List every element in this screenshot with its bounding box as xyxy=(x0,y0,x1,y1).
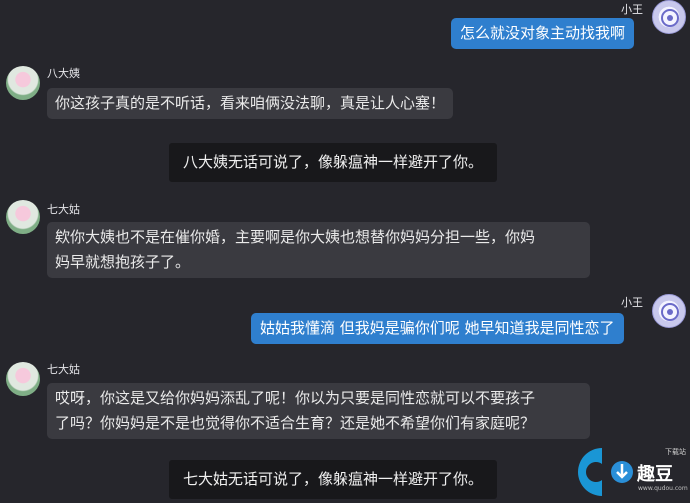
camera-icon xyxy=(661,303,679,321)
sender-name-self: 小王 xyxy=(621,296,643,309)
user-avatar[interactable] xyxy=(652,294,686,328)
bubble-line: 欸你大姨也不是在催你婚，主要啊是你大姨也想替你妈妈分担一些，你妈 xyxy=(55,228,536,246)
chat-bubble-aunt-qi[interactable]: 哎呀，你这是又给你妈妈添乱了呢！你以为只要是同性恋就可以不要孩子 了吗？你妈妈是… xyxy=(47,383,590,439)
bubble-line: 了吗？你妈妈是不是也觉得你不适合生育？还是她不希望你们有家庭呢？ xyxy=(55,414,536,432)
qudou-watermark-logo: 趣豆 下载站 www.qudou.com xyxy=(570,440,690,503)
system-notice: 七大姑无话可说了，像躲瘟神一样避开了你。 xyxy=(169,460,498,499)
chat-bubble-self[interactable]: 怎么就没对象主动找我啊 xyxy=(451,18,635,49)
watermark-sub: 下载站 xyxy=(665,448,686,456)
chat-bubble-self[interactable]: 姑姑我懂滴 但我妈是骗你们呢 她早知道我是同性恋了 xyxy=(251,313,624,344)
user-avatar[interactable] xyxy=(652,0,686,34)
aunt-qi-avatar[interactable] xyxy=(6,362,40,396)
watermark-brand: 趣豆 xyxy=(637,464,673,485)
bubble-line: 哎呀，你这是又给你妈妈添乱了呢！你以为只要是同性恋就可以不要孩子 xyxy=(55,389,536,407)
camera-icon xyxy=(661,9,679,27)
aunt-ba-avatar[interactable] xyxy=(6,66,40,100)
chat-bubble-aunt-ba[interactable]: 你这孩子真的是不听话，看来咱俩没法聊，真是让人心塞！ xyxy=(47,88,454,119)
sender-name-aunt-ba: 八大姨 xyxy=(47,67,80,80)
aunt-qi-avatar[interactable] xyxy=(6,200,40,234)
sender-name-self: 小王 xyxy=(621,3,643,16)
chat-bubble-aunt-qi[interactable]: 欸你大姨也不是在催你婚，主要啊是你大姨也想替你妈妈分担一些，你妈 妈早就想抱孩子… xyxy=(47,222,590,278)
system-notice: 八大姨无话可说了，像躲瘟神一样避开了你。 xyxy=(169,143,498,182)
sender-name-aunt-qi: 七大姑 xyxy=(47,363,80,376)
sender-name-aunt-qi: 七大姑 xyxy=(47,203,80,216)
watermark-url: www.qudou.com xyxy=(638,485,688,492)
bubble-line: 妈早就想抱孩子了。 xyxy=(55,253,191,271)
chat-window: 小王 怎么就没对象主动找我啊 八大姨 你这孩子真的是不听话，看来咱俩没法聊，真是… xyxy=(0,0,690,503)
